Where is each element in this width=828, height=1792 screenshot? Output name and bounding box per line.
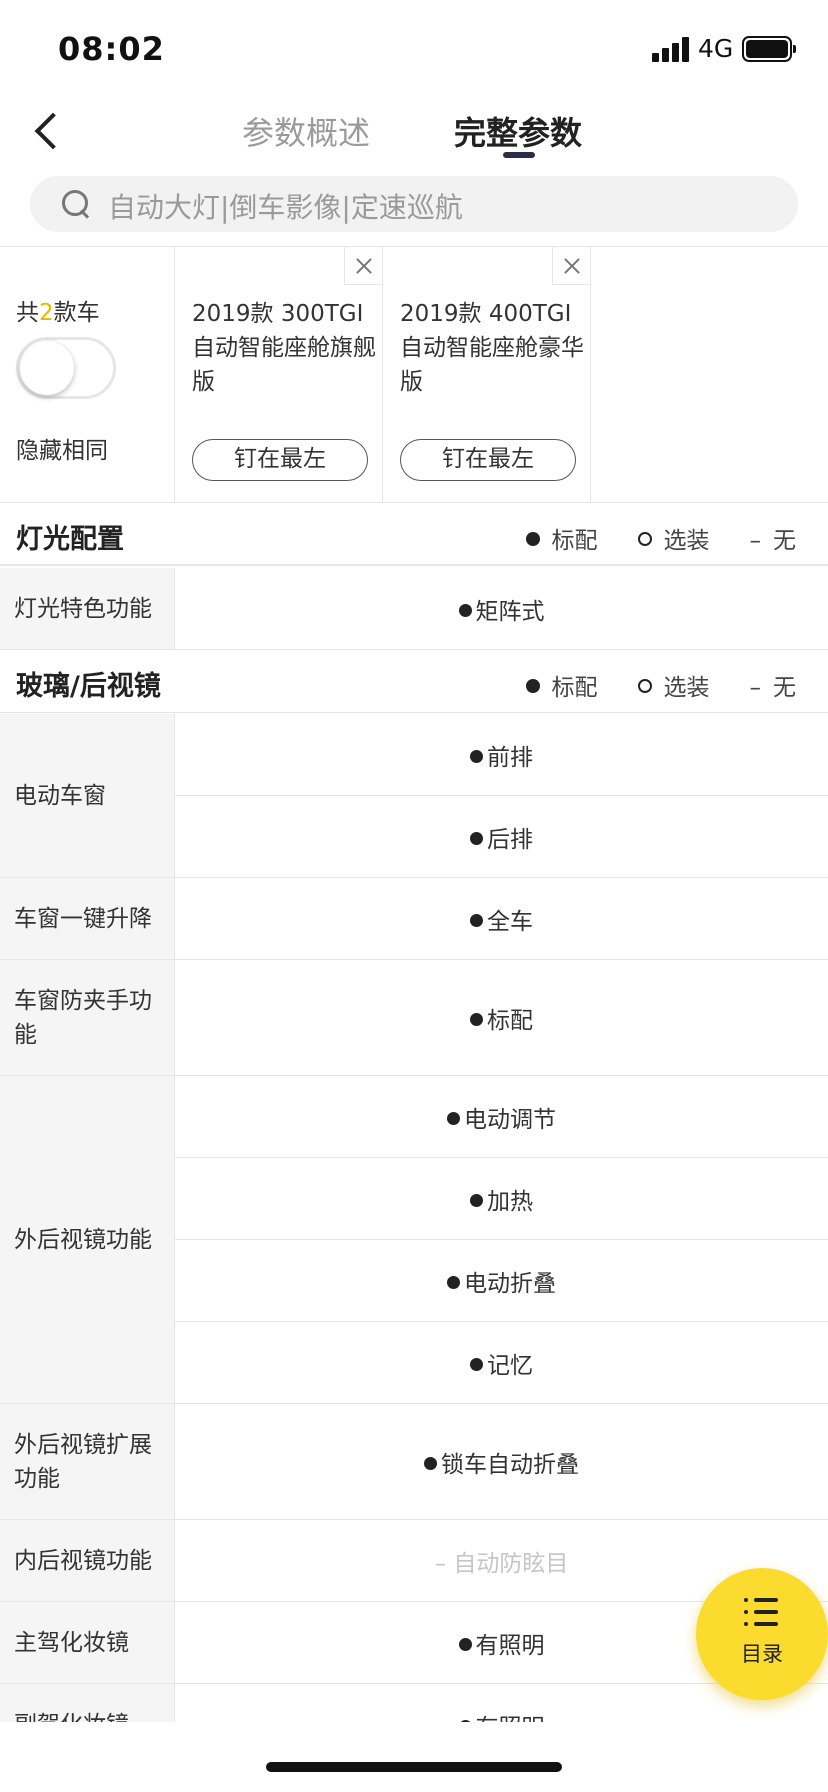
standard-dot-icon [470, 1357, 483, 1371]
signal-icon [652, 36, 692, 62]
standard-dot-icon [470, 831, 483, 845]
row-label: 内后视镜功能 [0, 1520, 175, 1602]
standard-dot-icon [447, 1275, 460, 1289]
bottom-safe-area [0, 1722, 828, 1792]
section-header-glass-mirror: 玻璃/后视镜 标配 选装 – 无 [0, 650, 828, 713]
network-type: 4G [698, 34, 734, 63]
row-label: 外后视镜功能 [0, 1076, 175, 1404]
tab-full-params[interactable]: 完整参数 [454, 108, 582, 154]
remove-car-close-icon[interactable] [552, 247, 590, 285]
standard-dot-icon [470, 913, 483, 927]
row-value: 电动折叠 [175, 1240, 828, 1322]
catalog-label: 目录 [741, 1642, 783, 1666]
row-label: 车窗一键升降 [0, 878, 175, 960]
car-column-2: 2019款 400TGI 自动智能座舱豪华版 钉在最左 [383, 247, 591, 502]
legend: 标配 选装 – 无 [525, 668, 796, 702]
none-dash-icon: – [434, 1550, 447, 1577]
row-label: 车窗防夹手功能 [0, 960, 175, 1076]
none-dash-icon: – [749, 675, 762, 701]
section-header-lighting: 灯光配置 标配 选装 – 无 [0, 503, 828, 566]
row-value: 前排 [175, 714, 828, 796]
tab-overview[interactable]: 参数概述 [242, 108, 370, 154]
remove-car-close-icon[interactable] [344, 247, 382, 285]
section-title: 玻璃/后视镜 [16, 671, 161, 702]
car-column-1: 2019款 300TGI 自动智能座舱旗舰版 钉在最左 [175, 247, 383, 502]
standard-dot-icon [470, 1012, 483, 1026]
row-value: 加热 [175, 1158, 828, 1240]
legend: 标配 选装 – 无 [525, 521, 796, 555]
row-value: 锁车自动折叠 [175, 1404, 828, 1520]
row-label: 主驾化妆镜 [0, 1602, 175, 1684]
row-value: 矩阵式 [175, 568, 828, 650]
compare-controls: 共2款车 隐藏相同 [0, 247, 175, 502]
row-value: 后排 [175, 796, 828, 878]
standard-dot-icon [525, 679, 540, 693]
row-label: 灯光特色功能 [0, 568, 175, 650]
car-compare-header: 共2款车 隐藏相同 2019款 300TGI 自动智能座舱旗舰版 钉在最左 20… [0, 247, 828, 502]
home-indicator[interactable] [266, 1762, 562, 1772]
search-icon [62, 190, 88, 216]
standard-dot-icon [470, 1193, 483, 1207]
row-value: 记忆 [175, 1322, 828, 1404]
list-icon [744, 1598, 780, 1628]
status-time: 08:02 [58, 30, 165, 68]
standard-dot-icon [525, 532, 540, 546]
car-count: 共2款车 [16, 300, 100, 326]
nav-bar: 参数概述 完整参数 [0, 96, 828, 164]
row-label: 电动车窗 [0, 714, 175, 878]
search-placeholder: 自动大灯|倒车影像|定速巡航 [108, 191, 463, 224]
search-input[interactable]: 自动大灯|倒车影像|定速巡航 [30, 176, 798, 232]
optional-circle-icon [637, 532, 652, 546]
hide-same-label: 隐藏相同 [16, 438, 108, 464]
standard-dot-icon [458, 603, 472, 617]
catalog-button[interactable]: 目录 [696, 1568, 828, 1700]
car-count-number: 2 [39, 300, 54, 326]
hide-same-toggle[interactable] [16, 337, 116, 399]
standard-dot-icon [458, 1637, 472, 1651]
standard-dot-icon [447, 1111, 460, 1125]
pin-left-button[interactable]: 钉在最左 [192, 439, 368, 481]
standard-dot-icon [424, 1456, 437, 1470]
row-value: 电动调节 [175, 1076, 828, 1158]
car-name: 2019款 400TGI 自动智能座舱豪华版 [400, 301, 584, 395]
pin-left-button[interactable]: 钉在最左 [400, 439, 576, 481]
optional-circle-icon [637, 679, 652, 693]
battery-icon [742, 36, 796, 62]
row-value: 全车 [175, 878, 828, 960]
row-value: 标配 [175, 960, 828, 1076]
active-tab-indicator [503, 152, 535, 158]
standard-dot-icon [470, 749, 483, 763]
toggle-knob [20, 341, 74, 395]
status-bar: 08:02 4G [0, 0, 828, 96]
section-title: 灯光配置 [16, 524, 124, 555]
row-label: 外后视镜扩展功能 [0, 1404, 175, 1520]
back-icon[interactable] [28, 108, 68, 152]
none-dash-icon: – [749, 528, 762, 554]
car-name: 2019款 300TGI 自动智能座舱旗舰版 [192, 301, 376, 395]
